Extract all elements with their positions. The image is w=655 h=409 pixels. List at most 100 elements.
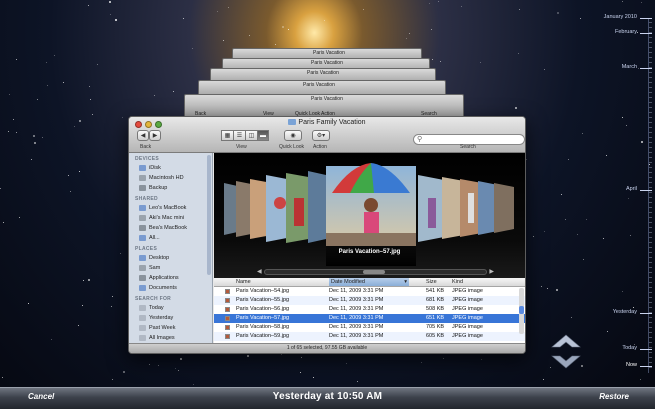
forward-in-time-button[interactable] xyxy=(548,352,584,370)
table-row[interactable]: Paris Vacation–58.jpg Dec 11, 2009 3:31 P… xyxy=(214,323,525,332)
star xyxy=(157,365,159,367)
sidebar-item[interactable]: Bea's MacBook xyxy=(129,223,212,233)
table-row[interactable]: Paris Vacation–55.jpg Dec 11, 2009 3:31 P… xyxy=(214,296,525,305)
sidebar-item[interactable]: Backup xyxy=(129,183,212,193)
star xyxy=(53,55,55,57)
star xyxy=(544,231,546,233)
sidebar-item[interactable]: Documents xyxy=(129,283,212,293)
timeline-minor-tick xyxy=(649,337,652,338)
stack-window[interactable]: Paris Vacation Back View Quick Look Acti… xyxy=(184,94,464,118)
back-in-time-button[interactable] xyxy=(548,333,584,351)
timeline-tick xyxy=(640,349,652,350)
cell-kind: JPEG image xyxy=(452,315,483,321)
list-scrollbar[interactable] xyxy=(519,288,524,334)
cover-right-stack[interactable] xyxy=(418,175,514,242)
table-row[interactable]: Paris Vacation–54.jpg Dec 11, 2009 3:31 P… xyxy=(214,287,525,296)
sidebar-item[interactable]: Past Week xyxy=(129,323,212,333)
timeline-minor-tick xyxy=(649,97,652,98)
star xyxy=(78,119,81,122)
sidebar: DEVICES iDisk Macintosh HD Backup SHARED Leo'… xyxy=(129,153,213,343)
computer-icon xyxy=(139,235,146,241)
forward-button[interactable]: ▶ xyxy=(149,130,161,141)
sidebar-item[interactable]: All Images xyxy=(129,333,212,343)
star xyxy=(543,68,545,70)
column-header-kind[interactable]: Kind xyxy=(452,279,463,285)
smart-folder-icon xyxy=(139,335,146,341)
timeline-label[interactable]: April xyxy=(626,186,637,192)
sidebar-item[interactable]: Desktop xyxy=(129,253,212,263)
coverflow-scrollbar[interactable]: ◀ ▶ xyxy=(257,269,494,275)
window-toolbar: Paris Family Vacation ◀ ▶ Back ▦ ☰ ◫ ▬ V… xyxy=(129,117,525,153)
coverflow-view[interactable]: Paris Vacation–57.jpg ◀ ▶ xyxy=(214,153,525,278)
star xyxy=(2,376,4,378)
star xyxy=(33,142,36,145)
sidebar-item[interactable]: Leo's MacBook xyxy=(129,203,212,213)
timeline-label[interactable]: January 2010 xyxy=(604,14,637,20)
list-view-button[interactable]: ☰ xyxy=(233,130,245,141)
coverflow-scroll-thumb[interactable] xyxy=(363,270,385,274)
cover-selected[interactable] xyxy=(326,163,416,246)
sidebar-item[interactable]: Macintosh HD xyxy=(129,173,212,183)
timeline-label[interactable]: February xyxy=(615,29,637,35)
table-row[interactable]: Paris Vacation–56.jpg Dec 11, 2009 3:31 P… xyxy=(214,305,525,314)
cell-date: Dec 11, 2009 3:31 PM xyxy=(329,315,384,321)
sidebar-item[interactable]: Yesterday xyxy=(129,313,212,323)
timeline-minor-tick xyxy=(649,237,652,238)
file-list: Name Date Modified ▾ Size Kind Paris Vac… xyxy=(214,278,525,343)
jpeg-file-icon xyxy=(225,289,230,294)
stack-window-title: Paris Vacation xyxy=(313,50,345,56)
timeline-label[interactable]: Yesterday xyxy=(613,309,637,315)
cell-date: Dec 11, 2009 3:31 PM xyxy=(329,324,384,330)
restore-button[interactable]: Restore xyxy=(599,392,629,401)
finder-window[interactable]: Paris Family Vacation ◀ ▶ Back ▦ ☰ ◫ ▬ V… xyxy=(128,116,526,354)
column-header-date[interactable]: Date Modified ▾ xyxy=(329,278,409,286)
icon-view-icon: ▦ xyxy=(224,133,231,139)
star xyxy=(440,60,442,62)
sidebar-item[interactable]: Applications xyxy=(129,273,212,283)
window-title: Paris Family Vacation xyxy=(129,119,525,126)
sidebar-item[interactable]: All... xyxy=(129,233,212,243)
scroll-right-icon[interactable]: ▶ xyxy=(489,268,494,275)
column-header-name[interactable]: Name xyxy=(236,279,251,285)
cell-kind: JPEG image xyxy=(452,306,483,312)
timeline-label[interactable]: Today xyxy=(622,345,637,351)
cell-date: Dec 11, 2009 3:31 PM xyxy=(329,306,384,312)
action-button[interactable]: ⚙▾ xyxy=(312,130,330,141)
scroll-left-icon[interactable]: ◀ xyxy=(257,268,262,275)
star xyxy=(81,305,83,307)
timeline[interactable]: January 2010 February March April Yesterday T… xyxy=(585,0,655,380)
search-icon: ⚲ xyxy=(417,136,423,143)
list-scroll-thumb[interactable] xyxy=(519,306,524,314)
sidebar-item-label: iDisk xyxy=(149,165,161,171)
table-row[interactable]: Paris Vacation–59.jpg Dec 11, 2009 3:31 P… xyxy=(214,332,525,341)
sidebar-item[interactable]: Today xyxy=(129,303,212,313)
timeline-label[interactable]: Now xyxy=(626,362,637,368)
timeline-minor-tick xyxy=(649,292,652,293)
coverflow-view-button[interactable]: ▬ xyxy=(257,130,269,141)
sidebar-scrollbar[interactable] xyxy=(207,155,211,275)
sidebar-item-label: Macintosh HD xyxy=(149,175,184,181)
computer-icon xyxy=(139,225,146,231)
timeline-minor-tick xyxy=(649,227,652,228)
cell-date: Dec 11, 2009 3:31 PM xyxy=(329,288,384,294)
back-button[interactable]: ◀ xyxy=(137,130,149,141)
star xyxy=(561,194,562,196)
timeline-minor-tick xyxy=(649,367,652,368)
star xyxy=(431,59,433,61)
star xyxy=(0,187,2,189)
sidebar-item[interactable]: iDisk xyxy=(129,163,212,173)
cover-left-stack[interactable] xyxy=(224,171,326,243)
sidebar-item[interactable]: Aki's Mac mini xyxy=(129,213,212,223)
table-row[interactable]: Paris Vacation–57.jpg Dec 11, 2009 3:31 P… xyxy=(214,314,525,323)
timeline-label[interactable]: March xyxy=(622,64,637,70)
quicklook-button[interactable]: ◉ xyxy=(284,130,302,141)
sidebar-item-label: Backup xyxy=(149,185,168,191)
sidebar-item[interactable]: Sam xyxy=(129,263,212,273)
timeline-minor-tick xyxy=(649,307,652,308)
column-header-size[interactable]: Size xyxy=(426,279,437,285)
cell-size: 651 KB xyxy=(426,315,445,321)
star xyxy=(172,91,174,93)
icon-view-button[interactable]: ▦ xyxy=(221,130,233,141)
stack-window-title: Paris Vacation xyxy=(303,82,335,88)
column-view-button[interactable]: ◫ xyxy=(245,130,257,141)
